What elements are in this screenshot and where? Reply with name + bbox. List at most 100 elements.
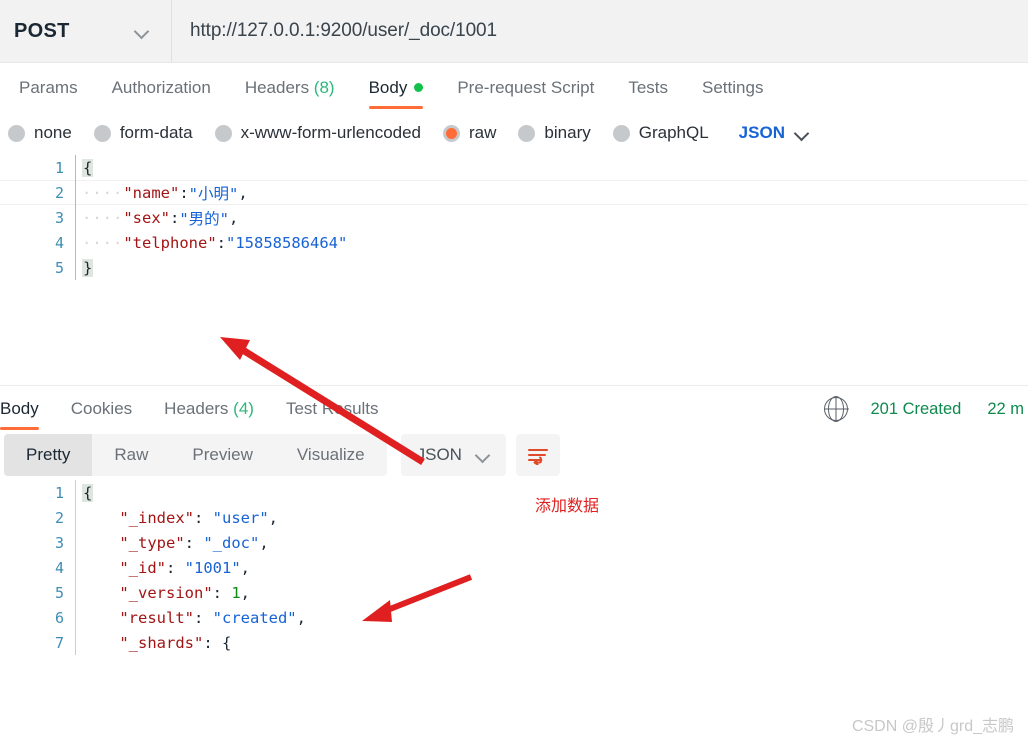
tab-count: (8) [309, 78, 335, 97]
line-number: 3 [54, 533, 64, 552]
line-number: 4 [54, 233, 64, 252]
json-separator: : [216, 233, 226, 252]
request-tab-settings[interactable]: Settings [685, 78, 780, 111]
code-line: 1{ [0, 155, 1028, 180]
radio-icon [214, 124, 232, 142]
body-type-x-www-form-urlencoded[interactable]: x-www-form-urlencoded [214, 123, 421, 143]
code-content: "_id": "1001", [75, 555, 1028, 580]
tab-label: Authorization [111, 78, 211, 97]
body-format-dropdown[interactable]: JSON [739, 123, 809, 143]
view-mode-raw[interactable]: Raw [92, 434, 170, 476]
response-tab-bar: Body Cookies Headers (4) Test Results [0, 399, 395, 430]
indent-guide: ···· [82, 208, 124, 227]
body-format-label: JSON [738, 123, 785, 142]
json-key: "_index" [119, 508, 194, 527]
code-content: "_version": 1, [75, 580, 1028, 605]
tab-count: (4) [228, 399, 254, 418]
http-method-label: POST [14, 19, 70, 42]
json-key: "sex" [123, 208, 170, 227]
json-value: "_doc" [203, 533, 260, 552]
line-number: 5 [54, 583, 64, 602]
json-comma: , [259, 533, 269, 552]
view-mode-label: Raw [114, 445, 149, 464]
tab-label: Pre-request Script [457, 78, 595, 97]
body-type-binary[interactable]: binary [518, 123, 591, 143]
line-number: 6 [54, 608, 64, 627]
json-value: "created" [212, 608, 297, 627]
json-separator: : [170, 208, 180, 227]
response-tab-test-results[interactable]: Test Results [270, 399, 395, 430]
json-separator: : [179, 183, 189, 202]
request-url-bar: POST http://127.0.0.1:9200/user/_doc/100… [0, 0, 1028, 63]
request-tab-params[interactable]: Params [2, 78, 95, 111]
view-mode-pretty[interactable]: Pretty [4, 434, 93, 476]
json-separator: : [212, 583, 232, 602]
json-comma: , [229, 208, 239, 227]
code-content: ···· "sex": "男的", [75, 205, 1028, 230]
body-type-none[interactable]: none [8, 123, 72, 143]
json-comma: , [240, 583, 251, 602]
code-content: ···· "telphone": "15858586464" [75, 230, 1028, 255]
response-tab-cookies[interactable]: Cookies [55, 399, 148, 430]
code-line: 6 "result": "created", [0, 605, 1028, 630]
body-type-form-data[interactable]: form-data [93, 123, 193, 143]
chevron-down-icon [476, 448, 490, 462]
line-number: 1 [54, 158, 64, 177]
tab-label: Settings [702, 78, 764, 97]
response-format-dropdown[interactable]: JSON [400, 434, 506, 476]
request-tab-authorization[interactable]: Authorization [95, 78, 228, 111]
json-value: "小明" [188, 184, 239, 203]
response-body-viewer[interactable]: 1{2 "_index": "user", 3 "_type": "_doc", 4… [0, 480, 1028, 655]
indent-guide [82, 584, 119, 602]
radio-icon [93, 124, 111, 142]
response-toolbar: Pretty Raw Preview Visualize JSON [0, 430, 1028, 480]
response-format-label: JSON [416, 445, 462, 464]
body-type-label: none [34, 123, 72, 142]
radio-icon [612, 124, 630, 142]
wrap-lines-button[interactable] [515, 434, 560, 476]
json-key: "_shards" [119, 633, 204, 652]
request-tab-pre-request-script[interactable]: Pre-request Script [440, 78, 611, 111]
wrap-lines-icon [527, 449, 548, 465]
request-tab-body[interactable]: Body [352, 78, 441, 111]
indent-guide [82, 534, 119, 552]
view-mode-preview[interactable]: Preview [170, 434, 274, 476]
code-line: 4 ···· "telphone": "15858586464" [0, 230, 1028, 255]
watermark: CSDN @殷丿grd_志鹏 [851, 718, 1014, 735]
json-separator: : [203, 633, 222, 652]
body-type-row: none form-data x-www-form-urlencoded raw bin… [0, 111, 1028, 155]
json-separator: : [193, 608, 213, 627]
body-type-raw[interactable]: raw [443, 123, 496, 143]
body-type-graphql[interactable]: GraphQL [612, 123, 709, 143]
indent-guide [82, 509, 119, 527]
response-tab-headers[interactable]: Headers (4) [148, 399, 270, 430]
request-body-editor[interactable]: 1{2 ···· "name": "小明", 3 ···· "sex": "男的", 4 ····… [0, 155, 1028, 383]
json-comma: , [240, 558, 251, 577]
line-number: 5 [54, 258, 64, 277]
tab-label: Test Results [285, 399, 379, 418]
code-line: 1{ [0, 480, 1028, 505]
url-input[interactable]: http://127.0.0.1:9200/user/_doc/1001 [172, 0, 1028, 62]
response-header: Body Cookies Headers (4) Test Results 201 C… [0, 386, 1028, 430]
code-line: 5 "_version": 1, [0, 580, 1028, 605]
response-tab-body[interactable]: Body [0, 399, 55, 430]
annotation-add-data-label: 添加数据 [535, 496, 600, 515]
http-method-dropdown[interactable]: POST [0, 0, 172, 62]
json-key: "_id" [119, 558, 166, 577]
code-line: 3 ···· "sex": "男的", [0, 205, 1028, 230]
json-value: "1001" [184, 558, 241, 577]
tab-label: Cookies [70, 399, 133, 418]
globe-icon [824, 396, 849, 422]
request-tab-tests[interactable]: Tests [611, 78, 685, 111]
code-content: } [75, 255, 1028, 280]
json-key: "name" [123, 183, 180, 202]
json-key: "result" [119, 608, 194, 627]
indent-guide [82, 609, 119, 627]
request-tab-headers[interactable]: Headers (8) [228, 78, 352, 111]
code-content: "_type": "_doc", [75, 530, 1028, 555]
view-mode-label: Visualize [296, 445, 365, 464]
radio-icon [8, 124, 25, 142]
tab-label: Params [19, 78, 78, 97]
view-mode-visualize[interactable]: Visualize [275, 434, 387, 476]
tab-label: Tests [628, 78, 669, 97]
